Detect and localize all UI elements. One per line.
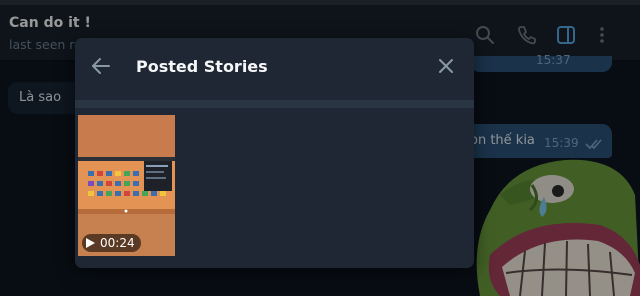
posted-stories-modal: Posted Stories 00:24 (75, 38, 474, 268)
video-duration: 00:24 (100, 236, 135, 250)
back-arrow-icon[interactable] (89, 54, 113, 78)
modal-title: Posted Stories (136, 57, 268, 76)
modal-divider (75, 100, 474, 108)
screen-recording-thumbnail (78, 157, 175, 214)
video-duration-badge: 00:24 (82, 234, 141, 252)
story-thumbnail[interactable]: 00:24 (78, 115, 175, 256)
play-icon (86, 238, 95, 248)
close-icon[interactable] (435, 55, 457, 77)
